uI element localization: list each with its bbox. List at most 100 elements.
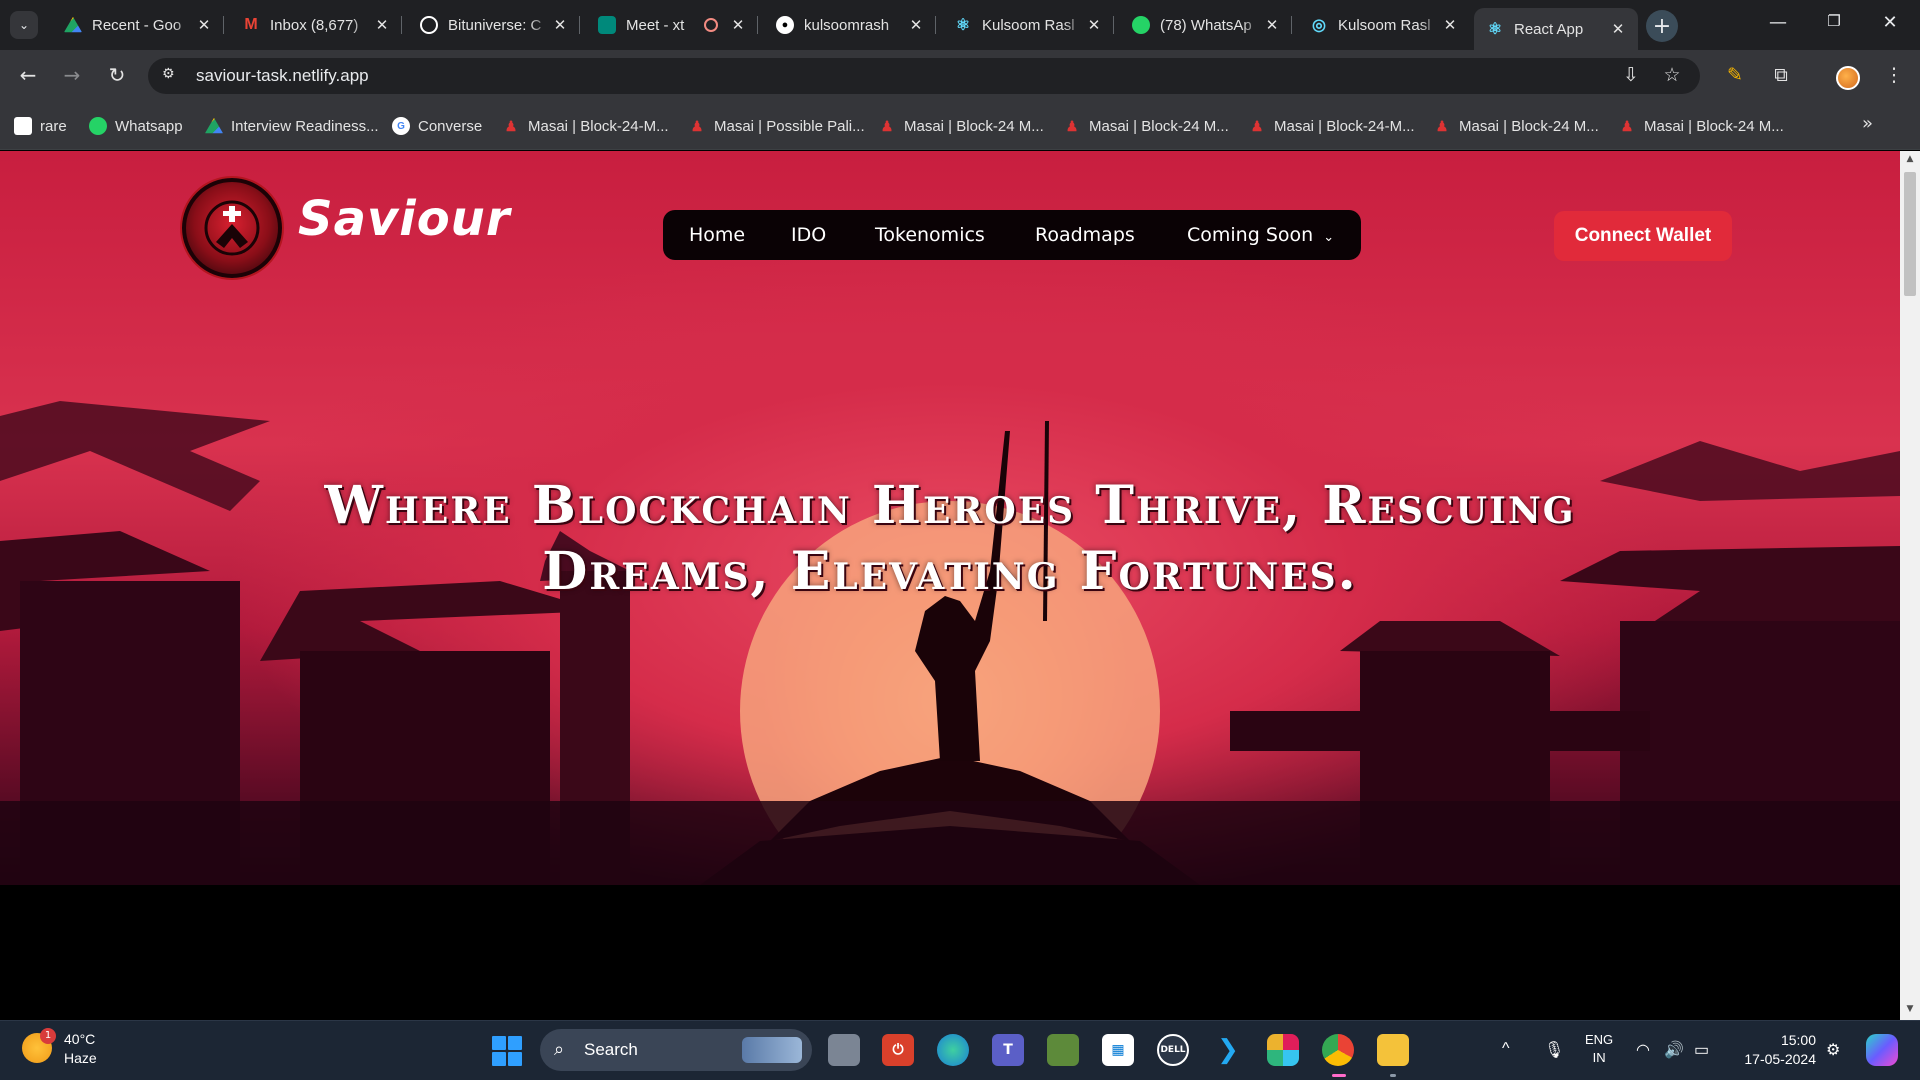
- tab-whatsapp[interactable]: (78) WhatsAp ✕: [1120, 8, 1292, 42]
- close-tab-icon[interactable]: ✕: [1608, 20, 1628, 38]
- battery-icon[interactable]: ▭: [1694, 1040, 1709, 1060]
- bookmark-label: Whatsapp: [115, 117, 183, 135]
- hero-headline: Where Blockchain Heroes Thrive, Rescuing…: [100, 473, 1800, 605]
- extensions-icon[interactable]: ⧉: [1767, 64, 1795, 86]
- restore-icon[interactable]: ❐: [1814, 12, 1854, 30]
- tab-kulsoom-react[interactable]: ⚛ Kulsoom Rasl ✕: [942, 8, 1114, 42]
- chrome-icon[interactable]: [1322, 1034, 1354, 1066]
- masai-icon: ♟: [690, 117, 704, 134]
- google-icon: G: [392, 117, 410, 135]
- volume-icon[interactable]: 🔊: [1664, 1040, 1684, 1060]
- scroll-up-icon[interactable]: ▲: [1904, 154, 1916, 164]
- react-icon: ⚛: [955, 17, 971, 34]
- netlify-icon: ◎: [1312, 17, 1326, 34]
- connect-wallet-button[interactable]: Connect Wallet: [1554, 211, 1732, 261]
- new-tab-button[interactable]: +: [1646, 10, 1678, 42]
- copilot-icon[interactable]: [1866, 1034, 1898, 1066]
- tab-google-meet[interactable]: Meet - xt ✕: [586, 8, 758, 42]
- search-label: Search: [584, 1040, 638, 1059]
- reload-icon[interactable]: ↻: [103, 63, 131, 87]
- bookmark-label: Masai | Block-24 M...: [904, 117, 1044, 135]
- tab-kulsoom-netlify[interactable]: ◎ Kulsoom Rasl ✕: [1298, 8, 1470, 42]
- windows-start-icon[interactable]: [492, 1036, 522, 1066]
- forward-icon[interactable]: →: [58, 63, 86, 87]
- vscode-icon[interactable]: ❯: [1212, 1034, 1244, 1066]
- back-icon[interactable]: ←: [14, 63, 42, 87]
- tab-title: (78) WhatsAp: [1160, 16, 1252, 34]
- power-app-icon[interactable]: ⏻: [882, 1034, 914, 1066]
- hero-headline-line-1: Where Blockchain Heroes Thrive, Rescuing: [324, 475, 1576, 536]
- close-tab-icon[interactable]: ✕: [1262, 16, 1282, 34]
- menu-kebab-icon[interactable]: ⋮: [1880, 64, 1908, 86]
- microphone-icon[interactable]: 🎙: [1544, 1040, 1564, 1060]
- bookmark-star-icon[interactable]: ☆: [1659, 64, 1685, 86]
- scrollbar-thumb[interactable]: [1904, 172, 1916, 296]
- masai-icon: ♟: [1065, 117, 1079, 134]
- close-tab-icon[interactable]: ✕: [194, 16, 214, 34]
- bookmark-label: Masai | Block-24 M...: [1459, 117, 1599, 135]
- tab-search-button[interactable]: ⌄: [10, 11, 38, 39]
- tab-title: Inbox (8,677): [270, 16, 359, 34]
- close-tab-icon[interactable]: ✕: [728, 16, 748, 34]
- nav-home[interactable]: Home: [689, 224, 745, 246]
- site-info-icon[interactable]: ⚙: [162, 66, 182, 86]
- profile-avatar[interactable]: [1836, 66, 1860, 90]
- nav-tokenomics[interactable]: Tokenomics: [875, 224, 985, 246]
- tab-github[interactable]: ● kulsoomrash ✕: [764, 8, 936, 42]
- task-view-icon[interactable]: [828, 1034, 860, 1066]
- minimize-icon[interactable]: —: [1758, 12, 1798, 33]
- nav-roadmaps[interactable]: Roadmaps: [1035, 224, 1135, 246]
- bookmark-item[interactable]: ♟ Masai | Block-24-M...: [502, 115, 669, 137]
- close-tab-icon[interactable]: ✕: [1084, 16, 1104, 34]
- weather-condition[interactable]: Haze: [64, 1050, 97, 1066]
- dell-icon[interactable]: DELL: [1157, 1034, 1189, 1066]
- bookmark-label: Masai | Block-24-M...: [1274, 117, 1415, 135]
- search-highlight-image: [742, 1037, 802, 1063]
- tab-gmail[interactable]: M Inbox (8,677) ✕: [230, 8, 402, 42]
- bookmark-item[interactable]: ♟ Masai | Block-24 M...: [1063, 115, 1229, 137]
- wifi-icon[interactable]: ◠: [1636, 1040, 1650, 1060]
- bookmark-item[interactable]: ♟ Masai | Block-24 M...: [1433, 115, 1599, 137]
- bookmark-item[interactable]: ♟ Masai | Possible Pali...: [688, 115, 865, 137]
- close-tab-icon[interactable]: ✕: [550, 16, 570, 34]
- nav-ido[interactable]: IDO: [791, 224, 826, 246]
- close-tab-icon[interactable]: ✕: [906, 16, 926, 34]
- pen-extension-icon[interactable]: ✎: [1721, 64, 1749, 86]
- install-app-icon[interactable]: ⇩: [1618, 64, 1644, 86]
- taskbar-search[interactable]: ⌕ Search: [540, 1029, 812, 1071]
- tab-react-app-active[interactable]: ⚛ React App ✕: [1474, 8, 1638, 50]
- bookmark-item[interactable]: ♟ Masai | Block-24 M...: [1618, 115, 1784, 137]
- bookmark-label: Masai | Block-24 M...: [1644, 117, 1784, 135]
- page-icon: [14, 117, 32, 135]
- bookmark-item[interactable]: Interview Readiness...: [205, 115, 379, 137]
- tab-bituniverse[interactable]: Bituniverse: C ✕: [408, 8, 580, 42]
- bookmark-item[interactable]: ♟ Masai | Block-24-M...: [1248, 115, 1415, 137]
- system-clock[interactable]: 15:00 17-05-2024: [1736, 1031, 1816, 1069]
- tab-recent-google-drive[interactable]: Recent - Goo ✕: [52, 8, 224, 42]
- bookmark-item[interactable]: G Converse: [392, 115, 482, 137]
- address-bar[interactable]: ⚙ saviour-task.netlify.app: [148, 58, 1700, 94]
- bookmark-item[interactable]: ♟ Masai | Block-24 M...: [878, 115, 1044, 137]
- slack-icon[interactable]: [1267, 1034, 1299, 1066]
- bookmark-item[interactable]: Whatsapp: [89, 115, 183, 137]
- microsoft-store-icon[interactable]: ▦: [1102, 1034, 1134, 1066]
- nav-coming-soon[interactable]: Coming Soon ⌄: [1187, 224, 1334, 246]
- more-bookmarks-icon[interactable]: »: [1862, 113, 1873, 134]
- bookmark-item[interactable]: rare: [14, 115, 67, 137]
- close-tab-icon[interactable]: ✕: [372, 16, 392, 34]
- teams-icon[interactable]: T: [992, 1034, 1024, 1066]
- close-window-icon[interactable]: ✕: [1870, 12, 1910, 33]
- brand-name[interactable]: Saviour: [298, 191, 511, 247]
- file-explorer-icon[interactable]: [1377, 1034, 1409, 1066]
- input-language[interactable]: ENG IN: [1585, 1031, 1613, 1067]
- minecraft-icon[interactable]: [1047, 1034, 1079, 1066]
- tab-title: Kulsoom Rasl: [982, 16, 1075, 34]
- weather-temperature[interactable]: 40°C: [64, 1031, 95, 1047]
- page-viewport: Saviour Home IDO Tokenomics Roadmaps Com…: [0, 151, 1900, 1020]
- scroll-down-icon[interactable]: ▼: [1904, 1004, 1916, 1014]
- saviour-logo-icon[interactable]: [182, 178, 282, 278]
- edge-icon[interactable]: [937, 1034, 969, 1066]
- notifications-icon[interactable]: ⚙: [1826, 1040, 1840, 1060]
- show-hidden-icons-chevron-icon[interactable]: ^: [1502, 1040, 1510, 1058]
- close-tab-icon[interactable]: ✕: [1440, 16, 1460, 34]
